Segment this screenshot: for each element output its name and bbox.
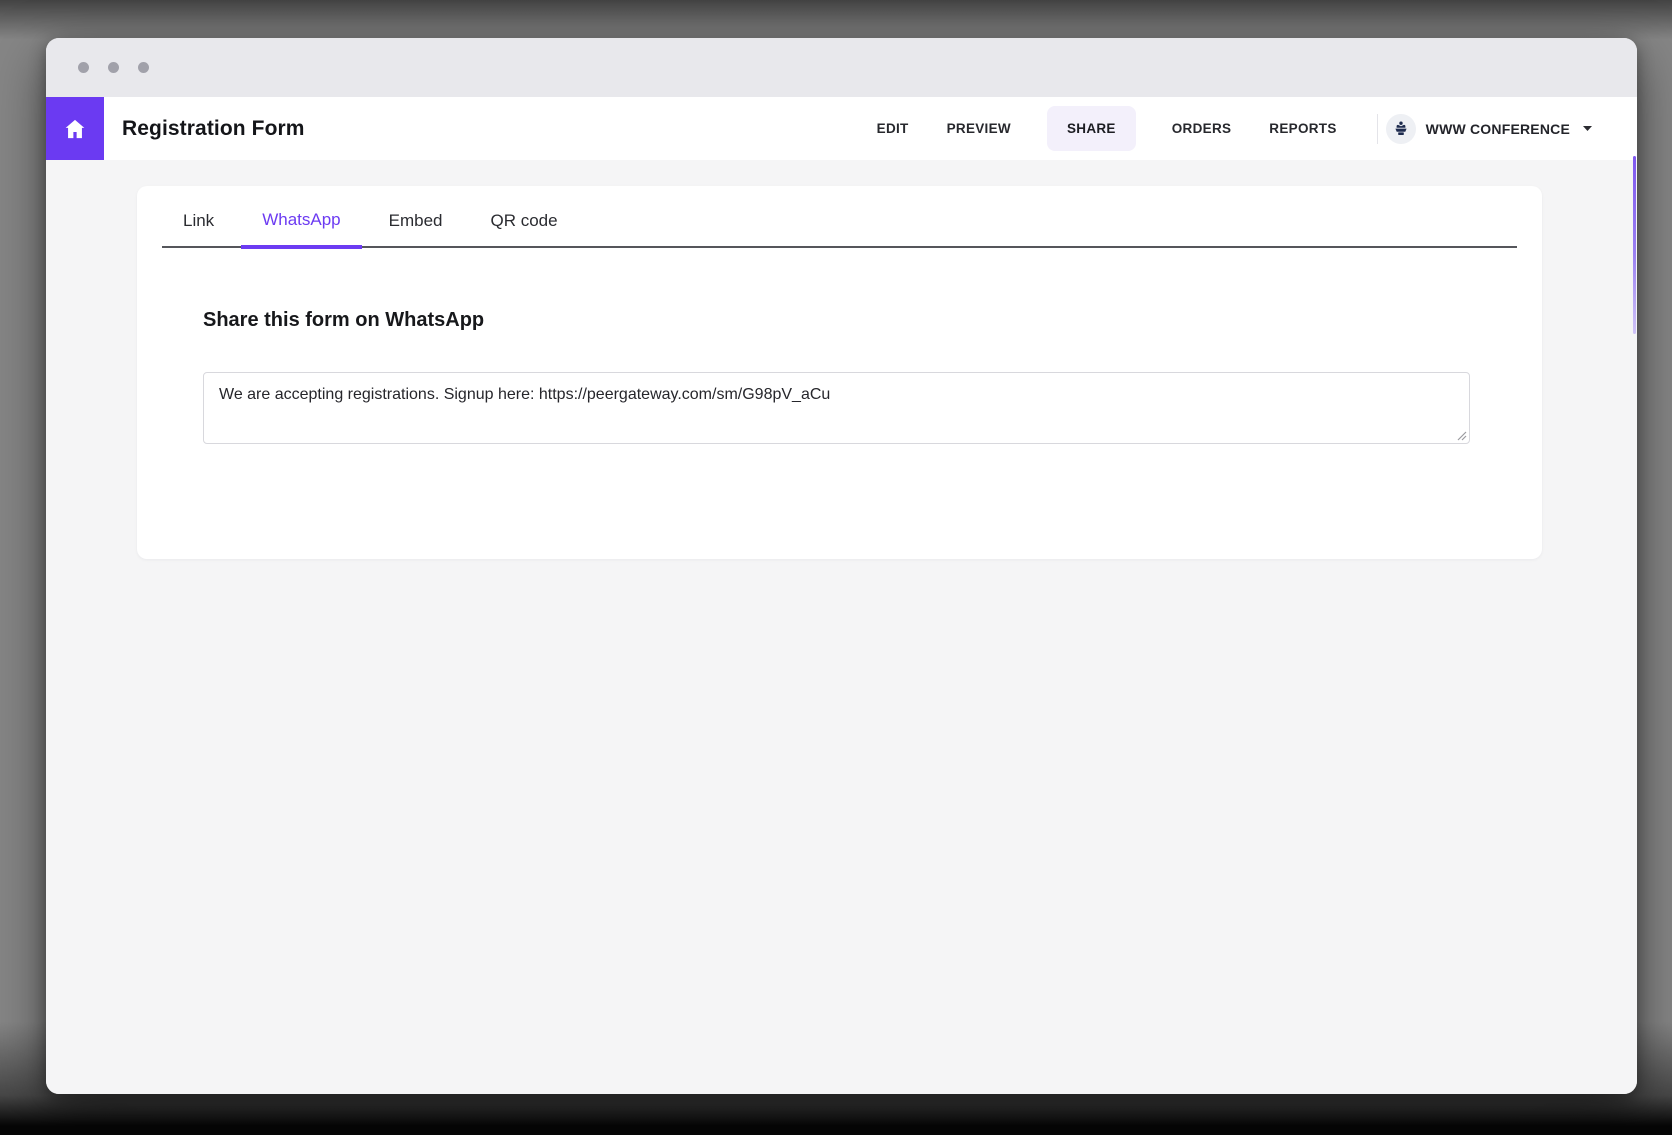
tab-link[interactable]: Link <box>162 187 235 246</box>
tab-qr-code[interactable]: QR code <box>470 187 579 246</box>
whatsapp-tab-panel: Share this form on WhatsApp We are accep… <box>137 309 1542 444</box>
window-titlebar <box>46 38 1637 97</box>
nav-item-edit[interactable]: EDIT <box>875 115 911 142</box>
account-menu-button[interactable]: WWW CONFERENCE <box>1386 114 1593 144</box>
avatar <box>1386 114 1416 144</box>
header-right: EDIT PREVIEW SHARE ORDERS REPORTS <box>875 106 1637 151</box>
share-card: Link WhatsApp Embed QR code Share this f… <box>137 186 1542 559</box>
home-button[interactable] <box>46 97 104 160</box>
share-heading: Share this form on WhatsApp <box>203 309 1470 332</box>
resize-handle-icon[interactable] <box>1455 429 1467 441</box>
tab-embed[interactable]: Embed <box>368 187 464 246</box>
main-nav: EDIT PREVIEW SHARE ORDERS REPORTS <box>875 106 1339 151</box>
nav-item-reports[interactable]: REPORTS <box>1267 115 1338 142</box>
share-tabs: Link WhatsApp Embed QR code <box>162 186 1517 248</box>
nav-item-preview[interactable]: PREVIEW <box>945 115 1013 142</box>
page-content: Link WhatsApp Embed QR code Share this f… <box>46 160 1637 1094</box>
message-field-wrap: We are accepting registrations. Signup h… <box>203 372 1470 444</box>
page-title: Registration Form <box>122 117 305 141</box>
nav-item-share[interactable]: SHARE <box>1047 106 1136 151</box>
org-logo-icon <box>1392 120 1410 138</box>
whatsapp-message-input[interactable]: We are accepting registrations. Signup h… <box>203 372 1470 444</box>
nav-item-orders[interactable]: ORDERS <box>1170 115 1234 142</box>
account-name: WWW CONFERENCE <box>1426 121 1570 137</box>
window-control-dot[interactable] <box>78 62 89 73</box>
home-icon <box>62 116 88 142</box>
app-window: Registration Form EDIT PREVIEW SHARE ORD… <box>46 38 1637 1094</box>
chevron-down-icon <box>1582 125 1593 132</box>
app-header: Registration Form EDIT PREVIEW SHARE ORD… <box>46 97 1637 160</box>
desktop-background: Registration Form EDIT PREVIEW SHARE ORD… <box>0 0 1672 1135</box>
header-divider <box>1377 114 1378 144</box>
tab-whatsapp[interactable]: WhatsApp <box>241 186 361 249</box>
window-control-dot[interactable] <box>138 62 149 73</box>
vertical-scrollbar-thumb[interactable] <box>1633 156 1636 334</box>
window-control-dot[interactable] <box>108 62 119 73</box>
